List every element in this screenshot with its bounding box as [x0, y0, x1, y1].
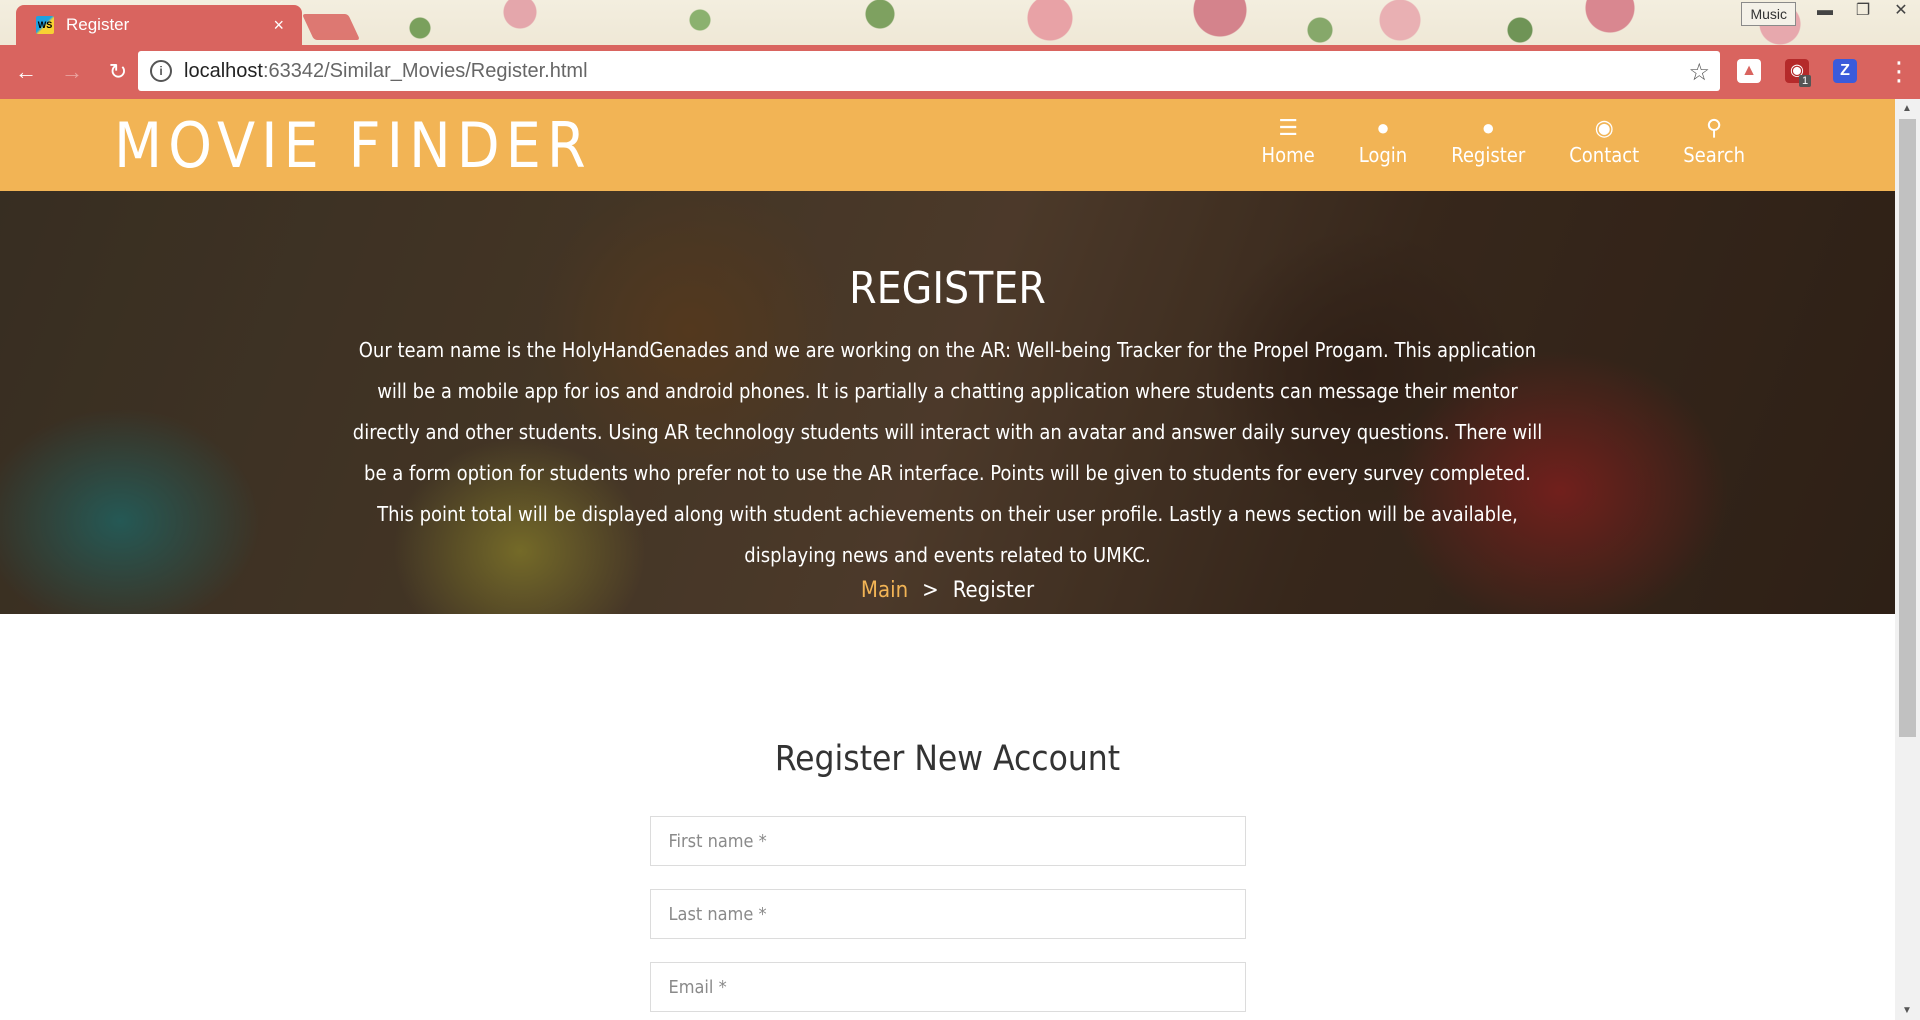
first-name-field[interactable]	[649, 816, 1246, 866]
site-logo[interactable]: MOVIE FINDER	[114, 109, 592, 182]
email-field[interactable]	[649, 962, 1246, 1012]
hero-banner: REGISTER Our team name is the HolyHandGe…	[0, 191, 1895, 614]
nav-home-label: Home	[1261, 143, 1315, 167]
bookmark-star-icon[interactable]: ☆	[1688, 58, 1710, 87]
reload-icon[interactable]: ↻	[98, 52, 138, 92]
close-tab-icon[interactable]: ×	[273, 15, 284, 36]
nav-home[interactable]: ☰ Home	[1262, 115, 1315, 167]
scroll-up-arrow-icon[interactable]: ▲	[1902, 103, 1912, 114]
site-header: MOVIE FINDER ☰ Home ● Login ● Register ◉…	[0, 99, 1895, 191]
url-path: :63342/Similar_Movies/Register.html	[262, 59, 588, 82]
list-icon: ☰	[1278, 115, 1298, 140]
scrollbar-thumb[interactable]	[1899, 119, 1916, 737]
breadcrumb: Main > Register	[0, 578, 1895, 603]
form-title: Register New Account	[774, 739, 1121, 779]
back-arrow-icon[interactable]: ←	[6, 52, 46, 92]
minimize-icon[interactable]: ▬	[1806, 0, 1844, 24]
hero-content: REGISTER Our team name is the HolyHandGe…	[0, 191, 1895, 614]
scroll-down-arrow-icon[interactable]: ▼	[1902, 1005, 1912, 1016]
breadcrumb-current: Register	[952, 578, 1035, 603]
page-viewport: MOVIE FINDER ☰ Home ● Login ● Register ◉…	[0, 99, 1895, 1020]
close-window-icon[interactable]: ✕	[1882, 0, 1920, 24]
nav-contact[interactable]: ◉ Contact	[1569, 115, 1639, 167]
nav-login-label: Login	[1358, 143, 1408, 167]
browser-toolbar: ← → ↻ i localhost:63342/Similar_Movies/R…	[0, 45, 1920, 99]
zotero-icon[interactable]: Z	[1833, 59, 1857, 83]
nav-login[interactable]: ● Login	[1359, 115, 1408, 167]
music-button[interactable]: Music	[1741, 2, 1796, 26]
user-icon: ●	[1376, 115, 1390, 140]
register-form: Register New Account	[0, 614, 1895, 1012]
forward-arrow-icon[interactable]: →	[52, 52, 92, 92]
restore-icon[interactable]: ❐	[1844, 0, 1882, 24]
address-bar[interactable]: i localhost:63342/Similar_Movies/Registe…	[138, 51, 1720, 91]
browser-menu-icon[interactable]: ⋮	[1886, 56, 1912, 86]
webstorm-favicon-icon: WS	[36, 16, 54, 34]
extension-badge: 1	[1799, 75, 1812, 87]
new-tab-button[interactable]	[301, 14, 361, 40]
tab-strip: WS Register × Music ▬ ❐ ✕	[0, 0, 1920, 45]
hero-description: Our team name is the HolyHandGenades and…	[352, 338, 1543, 567]
breadcrumb-separator: >	[922, 578, 939, 603]
nav-search-label: Search	[1683, 143, 1745, 167]
info-icon[interactable]: i	[150, 60, 172, 82]
tab-title: Register	[66, 15, 130, 34]
browser-tab[interactable]: WS Register ×	[16, 5, 302, 45]
last-name-field[interactable]	[649, 889, 1246, 939]
search-icon: ⚲	[1706, 115, 1723, 140]
breadcrumb-main-link[interactable]: Main	[861, 578, 908, 603]
window-controls: Music ▬ ❐ ✕	[1741, 0, 1920, 26]
nav-contact-label: Contact	[1569, 143, 1640, 167]
vertical-scrollbar[interactable]: ▲ ▼	[1895, 99, 1920, 1020]
nav-register-label: Register	[1451, 143, 1526, 167]
user-icon: ●	[1481, 115, 1495, 140]
url-host: localhost	[184, 59, 263, 82]
extension-icon[interactable]: ▲	[1737, 59, 1761, 83]
nav-register[interactable]: ● Register	[1451, 115, 1525, 167]
nav-search[interactable]: ⚲ Search	[1683, 115, 1745, 167]
site-nav: ☰ Home ● Login ● Register ◉ Contact ⚲ Se…	[1218, 115, 1745, 167]
globe-icon: ◉	[1594, 115, 1614, 140]
page-title: REGISTER	[849, 263, 1046, 314]
